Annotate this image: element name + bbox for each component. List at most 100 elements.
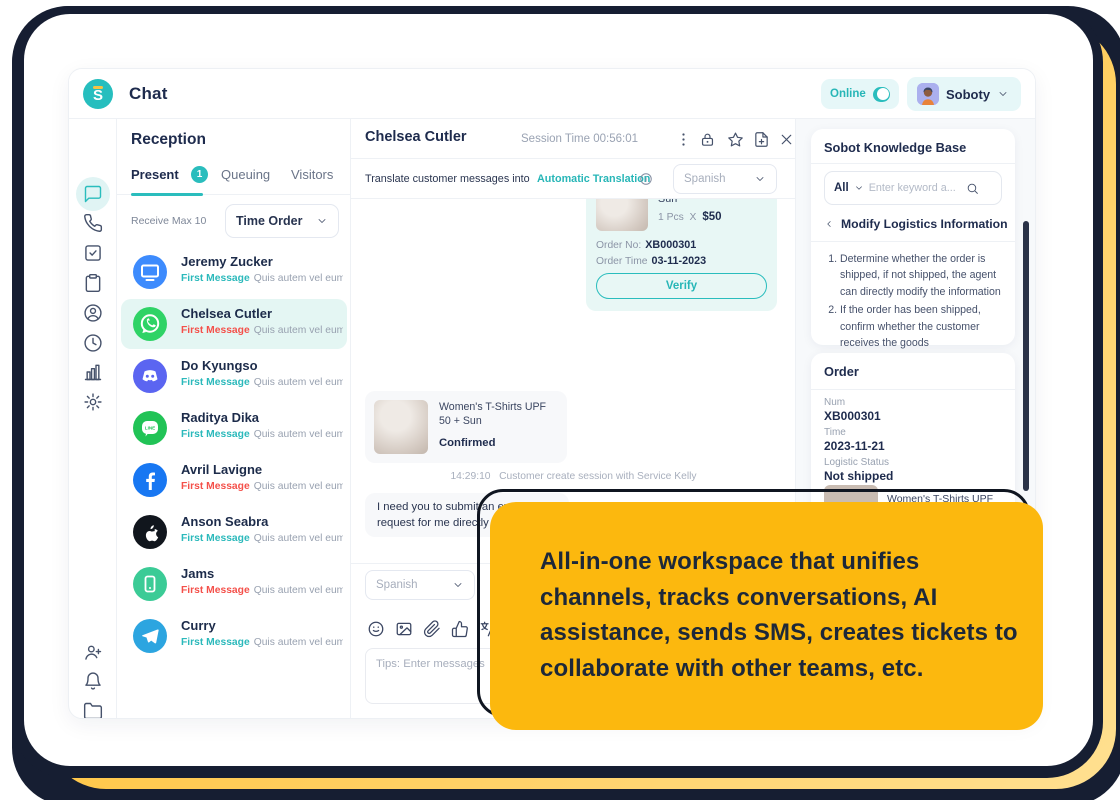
star-icon[interactable] xyxy=(727,131,744,148)
order-no: XB000301 xyxy=(645,239,696,251)
message-preview: Quis autem vel eum iu... xyxy=(254,377,343,388)
order-panel-title: Order xyxy=(824,364,859,379)
sobot-logo-icon: S xyxy=(83,79,113,109)
ticket-nav-icon[interactable] xyxy=(83,273,103,293)
kb-step: If the order has been shipped, confirm w… xyxy=(840,302,1004,351)
message-preview: Quis autem vel eum iu... xyxy=(254,585,343,596)
contact-name: Raditya Dika xyxy=(181,410,259,425)
first-message-tag: First Message xyxy=(181,533,250,544)
line-icon: LINE xyxy=(133,411,167,445)
notifications-nav-icon[interactable] xyxy=(83,671,103,691)
contact-row-jeremy-zucker[interactable]: Jeremy Zucker First MessageQuis autem ve… xyxy=(121,247,347,297)
message-preview: Quis autem vel eum iu... xyxy=(254,637,343,648)
reception-tabs: Present 1 Queuing Visitors xyxy=(117,159,351,195)
files-nav-icon[interactable] xyxy=(83,701,103,719)
logistic-status-label: Logistic Status xyxy=(824,457,889,468)
order-time: 03-11-2023 xyxy=(652,255,707,267)
system-message: 14:29:10 Customer create session with Se… xyxy=(351,471,796,482)
order-verification-card: Sun 1 Pcs X$50 Order No:XB000301 Order T… xyxy=(586,199,777,311)
scrollbar[interactable] xyxy=(1023,221,1029,491)
user-name: Soboty xyxy=(946,87,990,102)
toggle-knob xyxy=(877,88,889,100)
kb-search-input[interactable] xyxy=(869,182,961,194)
contact-row-curry[interactable]: Curry First MessageQuis autem vel eum iu… xyxy=(121,611,347,661)
chevron-down-icon xyxy=(997,88,1009,100)
settings-nav-icon[interactable] xyxy=(83,392,103,412)
first-message-tag: First Message xyxy=(181,481,250,492)
reception-controls: Receive Max 10 Time Order xyxy=(117,195,351,247)
kb-filter-select[interactable]: All xyxy=(834,182,849,194)
contact-name: Jams xyxy=(181,566,214,581)
contact-row-avril-lavigne[interactable]: Avril Lavigne First Message Quis autem ve… xyxy=(121,455,347,505)
history-nav-icon[interactable] xyxy=(83,333,103,353)
order-num-label: Num xyxy=(824,397,845,408)
product-status: Confirmed xyxy=(439,437,496,449)
kb-search-box: All xyxy=(824,171,1002,205)
contact-row-chelsea-cutler[interactable]: Chelsea Cutler First MessageQuis autem v… xyxy=(121,299,347,349)
tab-visitors[interactable]: Visitors xyxy=(291,167,333,182)
message-preview: Quis autem vel eum iu... xyxy=(254,325,343,336)
contact-row-jams[interactable]: Jams First Message Quis autem vel eum iu.… xyxy=(121,559,347,609)
apple-icon xyxy=(133,515,167,549)
contact-name: Chelsea Cutler xyxy=(181,306,272,321)
first-message-tag: First Message xyxy=(181,273,250,284)
kb-step: Determine whether the order is shipped, … xyxy=(840,251,1004,300)
info-icon[interactable] xyxy=(639,172,653,186)
image-icon[interactable] xyxy=(395,620,413,638)
more-options-icon[interactable] xyxy=(675,131,692,148)
lock-icon[interactable] xyxy=(699,131,716,148)
callout: All-in-one workspace that unifies channe… xyxy=(490,502,1043,730)
logistic-status-value: Not shipped xyxy=(824,469,893,483)
first-message-tag: First Message xyxy=(181,585,250,596)
reception-panel: Reception Present 1 Queuing Visitors Rec… xyxy=(117,119,351,719)
chat-nav-icon[interactable] xyxy=(83,184,103,204)
contact-row-do-kyungso[interactable]: Do Kyungso First MessageQuis autem vel e… xyxy=(121,351,347,401)
emoji-icon[interactable] xyxy=(367,620,385,638)
contact-row-anson-seabra[interactable]: Anson Seabra First MessageQuis autem vel… xyxy=(121,507,347,557)
composer-language-select[interactable]: Spanish xyxy=(365,570,475,600)
user-menu[interactable]: Soboty xyxy=(907,77,1021,111)
invite-agent-nav-icon[interactable] xyxy=(83,642,103,662)
tasks-nav-icon[interactable] xyxy=(83,243,103,263)
avatar xyxy=(917,83,939,105)
online-toggle[interactable] xyxy=(873,87,890,102)
tab-present[interactable]: Present xyxy=(131,167,179,182)
qty: 1 Pcs xyxy=(658,212,684,223)
first-message-tag: First Message xyxy=(181,637,250,648)
translate-bar: Translate customer messages into Automat… xyxy=(351,159,796,199)
sort-order-select[interactable]: Time Order xyxy=(225,204,339,238)
translate-mode-link[interactable]: Automatic Translation xyxy=(537,173,650,185)
translate-label: Translate customer messages into xyxy=(365,173,530,185)
agent-nav-icon[interactable] xyxy=(83,303,103,323)
tab-queuing[interactable]: Queuing xyxy=(221,167,270,182)
analytics-nav-icon[interactable] xyxy=(83,362,103,382)
order-no-label: Order No: xyxy=(596,240,641,251)
contact-row-raditya-dika[interactable]: LINE Raditya Dika First MessageQuis aute… xyxy=(121,403,347,453)
kb-article-back[interactable]: Modify Logistics Information xyxy=(824,217,1008,231)
phone-nav-icon[interactable] xyxy=(83,213,103,233)
callout-text: All-in-one workspace that unifies channe… xyxy=(540,544,1018,686)
verify-button[interactable]: Verify xyxy=(596,273,767,299)
chat-header: Chelsea Cutler Session Time 00:56:01 xyxy=(351,119,796,159)
chevron-down-icon xyxy=(754,173,766,185)
search-icon[interactable] xyxy=(966,182,979,195)
thumbs-up-icon[interactable] xyxy=(451,620,469,638)
divider xyxy=(811,163,1015,164)
order-time-label: Order Time xyxy=(596,256,648,267)
translate-language-select[interactable]: Spanish xyxy=(673,164,777,194)
chevron-down-icon xyxy=(316,215,328,227)
create-ticket-icon[interactable] xyxy=(753,131,770,148)
attachment-icon[interactable] xyxy=(423,620,441,638)
logo-letter: S xyxy=(93,87,103,104)
system-text: Customer create session with Service Kel… xyxy=(499,471,696,482)
system-time: 14:29:10 xyxy=(450,471,490,482)
whatsapp-icon xyxy=(133,307,167,341)
message-preview: Quis autem vel eum iu... xyxy=(254,481,343,492)
telegram-icon xyxy=(133,619,167,653)
contact-name: Avril Lavigne xyxy=(181,462,262,477)
logo-accent xyxy=(93,86,103,89)
divider xyxy=(811,389,1015,390)
close-icon[interactable] xyxy=(778,131,795,148)
product-message: Women's T-Shirts UPF 50 + Sun Confirmed xyxy=(365,391,567,463)
online-status-pill: Online xyxy=(821,79,899,109)
